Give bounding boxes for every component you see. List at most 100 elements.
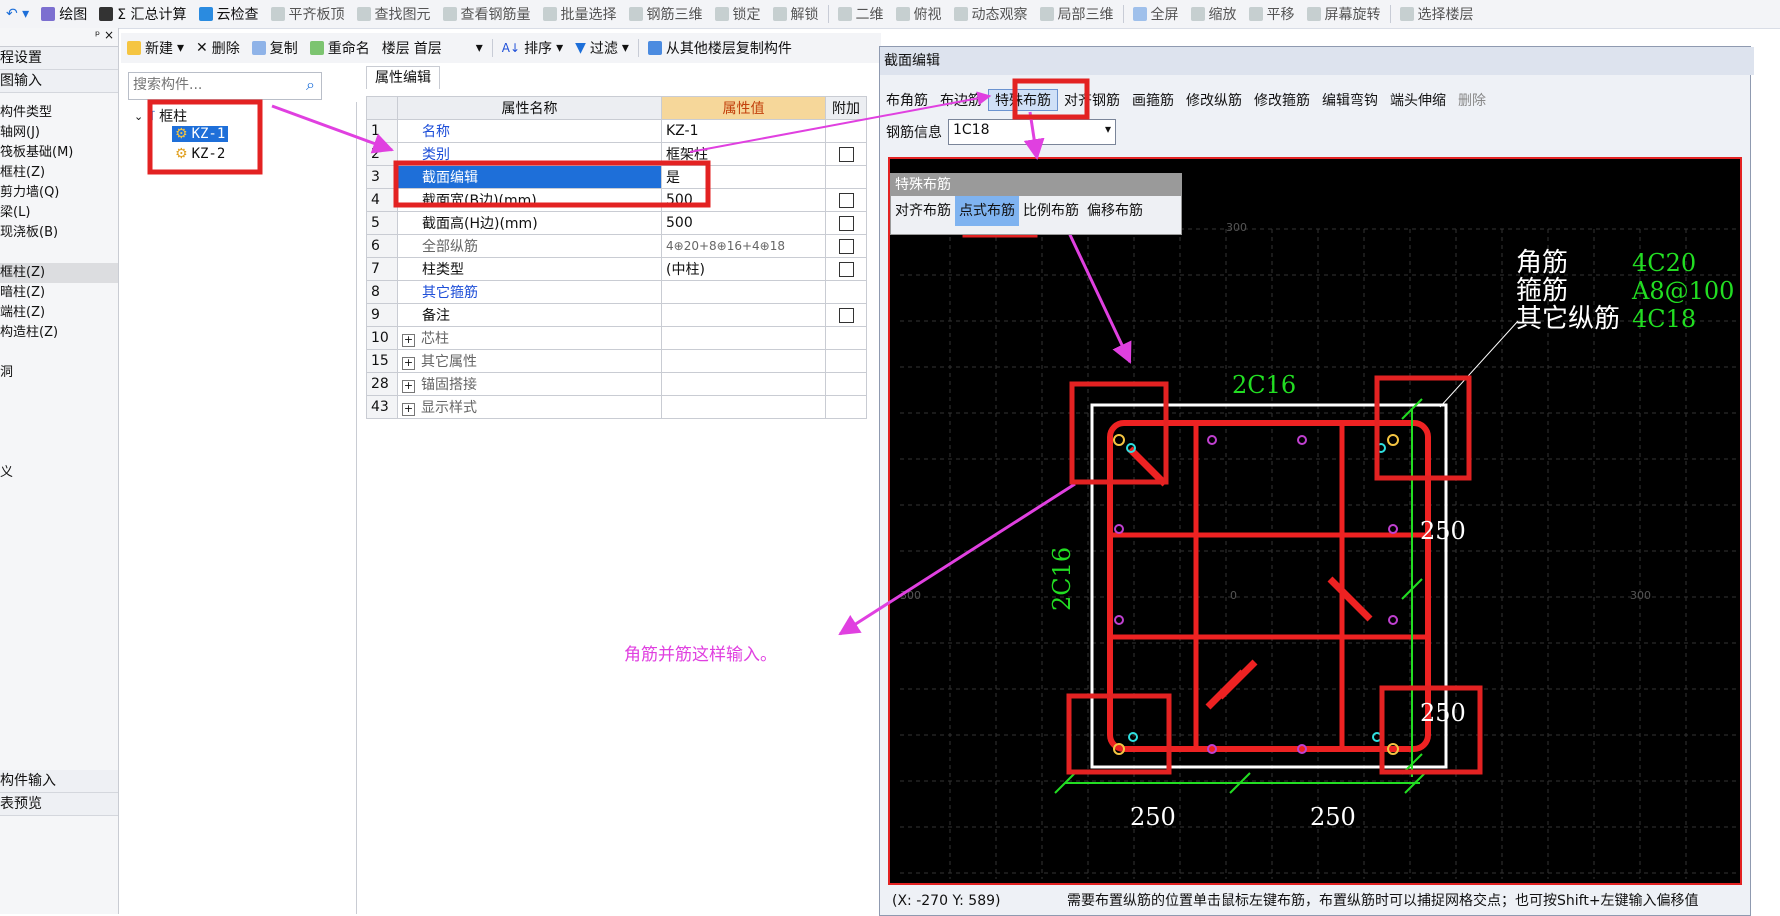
- popup-button[interactable]: 偏移布筋: [1083, 196, 1147, 226]
- property-value-cell[interactable]: [661, 349, 826, 373]
- property-row[interactable]: 7 柱类型 (中柱): [366, 257, 867, 281]
- left-tree-item[interactable]: [0, 443, 118, 463]
- panel-pin-close[interactable]: ᵖ ×: [0, 28, 118, 47]
- toolbar-zoom-button[interactable]: 缩放: [1185, 2, 1243, 26]
- popup-button[interactable]: 对齐布筋: [891, 196, 955, 226]
- toolbar-fullscreen-button[interactable]: 全屏: [1127, 2, 1185, 26]
- left-tree-item[interactable]: 暗柱(Z): [0, 283, 118, 303]
- left-tree-item[interactable]: 现浇板(B): [0, 223, 118, 243]
- property-value-cell[interactable]: 4⊕20+8⊕16+4⊕18: [661, 234, 826, 258]
- extra-checkbox[interactable]: [838, 192, 854, 208]
- left-tree-item[interactable]: 轴网(J): [0, 123, 118, 143]
- property-row[interactable]: 10 + 芯柱: [366, 326, 867, 350]
- dialog-tool-button[interactable]: 特殊布筋: [988, 89, 1058, 111]
- left-panel-item[interactable]: 程设置: [0, 47, 118, 70]
- property-row[interactable]: 6 全部纵筋 4⊕20+8⊕16+4⊕18: [366, 234, 867, 258]
- delete-button[interactable]: ✕ 删除: [190, 36, 246, 60]
- expand-icon[interactable]: +: [402, 380, 415, 393]
- left-tree-item[interactable]: 框柱(Z): [0, 163, 118, 183]
- property-row[interactable]: 4 截面宽(B边)(mm) 500: [366, 188, 867, 212]
- property-value-cell[interactable]: [661, 326, 826, 350]
- tree-item-kz2[interactable]: ⚙ KZ-2: [172, 146, 228, 162]
- collapse-icon[interactable]: ⌄: [134, 110, 143, 123]
- toolbar-2d-button[interactable]: 二维: [832, 2, 890, 26]
- dialog-tool-button[interactable]: 修改箍筋: [1248, 90, 1316, 110]
- dialog-tool-button[interactable]: 布角筋: [880, 90, 934, 110]
- tree-root[interactable]: ⌄ ⫪ 框柱: [134, 106, 187, 126]
- toolbar-batch-select-button[interactable]: 批量选择: [537, 2, 623, 26]
- expand-icon[interactable]: +: [402, 403, 415, 416]
- left-tree-item[interactable]: 框柱(Z): [0, 263, 118, 283]
- property-value-cell[interactable]: 框架柱: [661, 142, 826, 166]
- toolbar-top-view-button[interactable]: 俯视: [890, 2, 948, 26]
- extra-checkbox[interactable]: [838, 215, 854, 231]
- property-value-cell[interactable]: (中柱): [661, 257, 826, 281]
- copy-from-floor-button[interactable]: 从其他楼层复制构件: [642, 36, 798, 60]
- filter-button[interactable]: ▼ 过滤 ▾: [569, 36, 635, 60]
- sort-button[interactable]: A↓ 排序 ▾: [496, 36, 569, 60]
- dialog-tool-button[interactable]: 画箍筋: [1126, 90, 1180, 110]
- dialog-tool-button[interactable]: 编辑弯钩: [1316, 90, 1384, 110]
- left-panel-bottom-item[interactable]: 构件输入: [0, 770, 118, 793]
- section-canvas[interactable]: 300 300 0 300 250 250 250 250 2C16 2C16 角筋 4C20 箍筋 A8…: [888, 157, 1742, 885]
- left-tree-item[interactable]: 剪力墙(Q): [0, 183, 118, 203]
- property-value-cell[interactable]: 500: [661, 188, 826, 212]
- toolbar-orbit-button[interactable]: 动态观察: [948, 2, 1034, 26]
- left-tree-item[interactable]: 洞: [0, 363, 118, 383]
- property-value-cell[interactable]: [661, 372, 826, 396]
- search-input[interactable]: [129, 73, 297, 97]
- tab-property-edit[interactable]: 属性编辑: [366, 66, 440, 89]
- rename-button[interactable]: 重命名: [304, 36, 376, 60]
- property-row[interactable]: 5 截面高(H边)(mm) 500: [366, 211, 867, 235]
- left-tree-item[interactable]: 义: [0, 463, 118, 483]
- left-panel-item[interactable]: 图输入: [0, 70, 118, 93]
- extra-checkbox[interactable]: [838, 238, 854, 254]
- toolbar-pan-button[interactable]: 平移: [1243, 2, 1301, 26]
- extra-checkbox[interactable]: [838, 146, 854, 162]
- rebar-info-select[interactable]: 1C18 ▾: [948, 119, 1116, 145]
- property-row[interactable]: 15 + 其它属性: [366, 349, 867, 373]
- expand-icon[interactable]: +: [402, 357, 415, 370]
- left-panel-bottom-item[interactable]: 表预览: [0, 793, 118, 816]
- property-row[interactable]: 9 备注: [366, 303, 867, 327]
- property-row[interactable]: 1 名称 KZ-1: [366, 119, 867, 143]
- copy-button[interactable]: 复制: [246, 36, 304, 60]
- extra-checkbox[interactable]: [838, 307, 854, 323]
- extra-checkbox[interactable]: [838, 261, 854, 277]
- left-tree-item[interactable]: [0, 343, 118, 363]
- property-value-cell[interactable]: [661, 395, 826, 419]
- toolbar-align-slab-button[interactable]: 平齐板顶: [265, 2, 351, 26]
- property-value-cell[interactable]: 是: [661, 165, 826, 189]
- left-tree-item[interactable]: [0, 243, 118, 263]
- left-tree-item[interactable]: [0, 423, 118, 443]
- toolbar-rotate-button[interactable]: 屏幕旋转: [1301, 2, 1387, 26]
- property-row[interactable]: 3 截面编辑 是: [366, 165, 867, 189]
- dialog-tool-button[interactable]: 对齐钢筋: [1058, 90, 1126, 110]
- search-icon[interactable]: ⌕: [306, 75, 315, 95]
- property-value-cell[interactable]: [661, 280, 826, 304]
- property-row[interactable]: 2 类别 框架柱: [366, 142, 867, 166]
- toolbar-rebar-qty-button[interactable]: 查看钢筋量: [437, 2, 537, 26]
- new-button[interactable]: 新建 ▾: [121, 36, 190, 60]
- chevron-down-icon[interactable]: ▾: [1105, 122, 1111, 136]
- popup-button[interactable]: 比例布筋: [1019, 196, 1083, 226]
- floor-select[interactable]: 楼层 首层 ▾: [376, 36, 489, 60]
- undo-button[interactable]: ↶ ▾: [0, 2, 35, 26]
- toolbar-find-button[interactable]: 查找图元: [351, 2, 437, 26]
- toolbar-lock-button[interactable]: 锁定: [709, 2, 767, 26]
- toolbar-local-3d-button[interactable]: 局部三维: [1034, 2, 1120, 26]
- dialog-tool-button[interactable]: 修改纵筋: [1180, 90, 1248, 110]
- tree-item-kz1[interactable]: ⚙ KZ-1: [172, 126, 229, 142]
- expand-icon[interactable]: +: [402, 334, 415, 347]
- toolbar-cloud-check-button[interactable]: 云检查: [193, 2, 265, 26]
- left-tree-item[interactable]: 筏板基础(M): [0, 143, 118, 163]
- dialog-tool-button[interactable]: 端头伸缩: [1384, 90, 1452, 110]
- property-row[interactable]: 28 + 锚固搭接: [366, 372, 867, 396]
- toolbar-draw-button[interactable]: 绘图: [35, 2, 93, 26]
- left-tree-item[interactable]: [0, 403, 118, 423]
- dialog-tool-button[interactable]: 删除: [1452, 90, 1492, 110]
- toolbar-unlock-button[interactable]: 解锁: [767, 2, 825, 26]
- property-value-cell[interactable]: [661, 303, 826, 327]
- property-value-cell[interactable]: KZ-1: [661, 119, 826, 143]
- toolbar-floor-select-button[interactable]: 选择楼层: [1394, 2, 1480, 26]
